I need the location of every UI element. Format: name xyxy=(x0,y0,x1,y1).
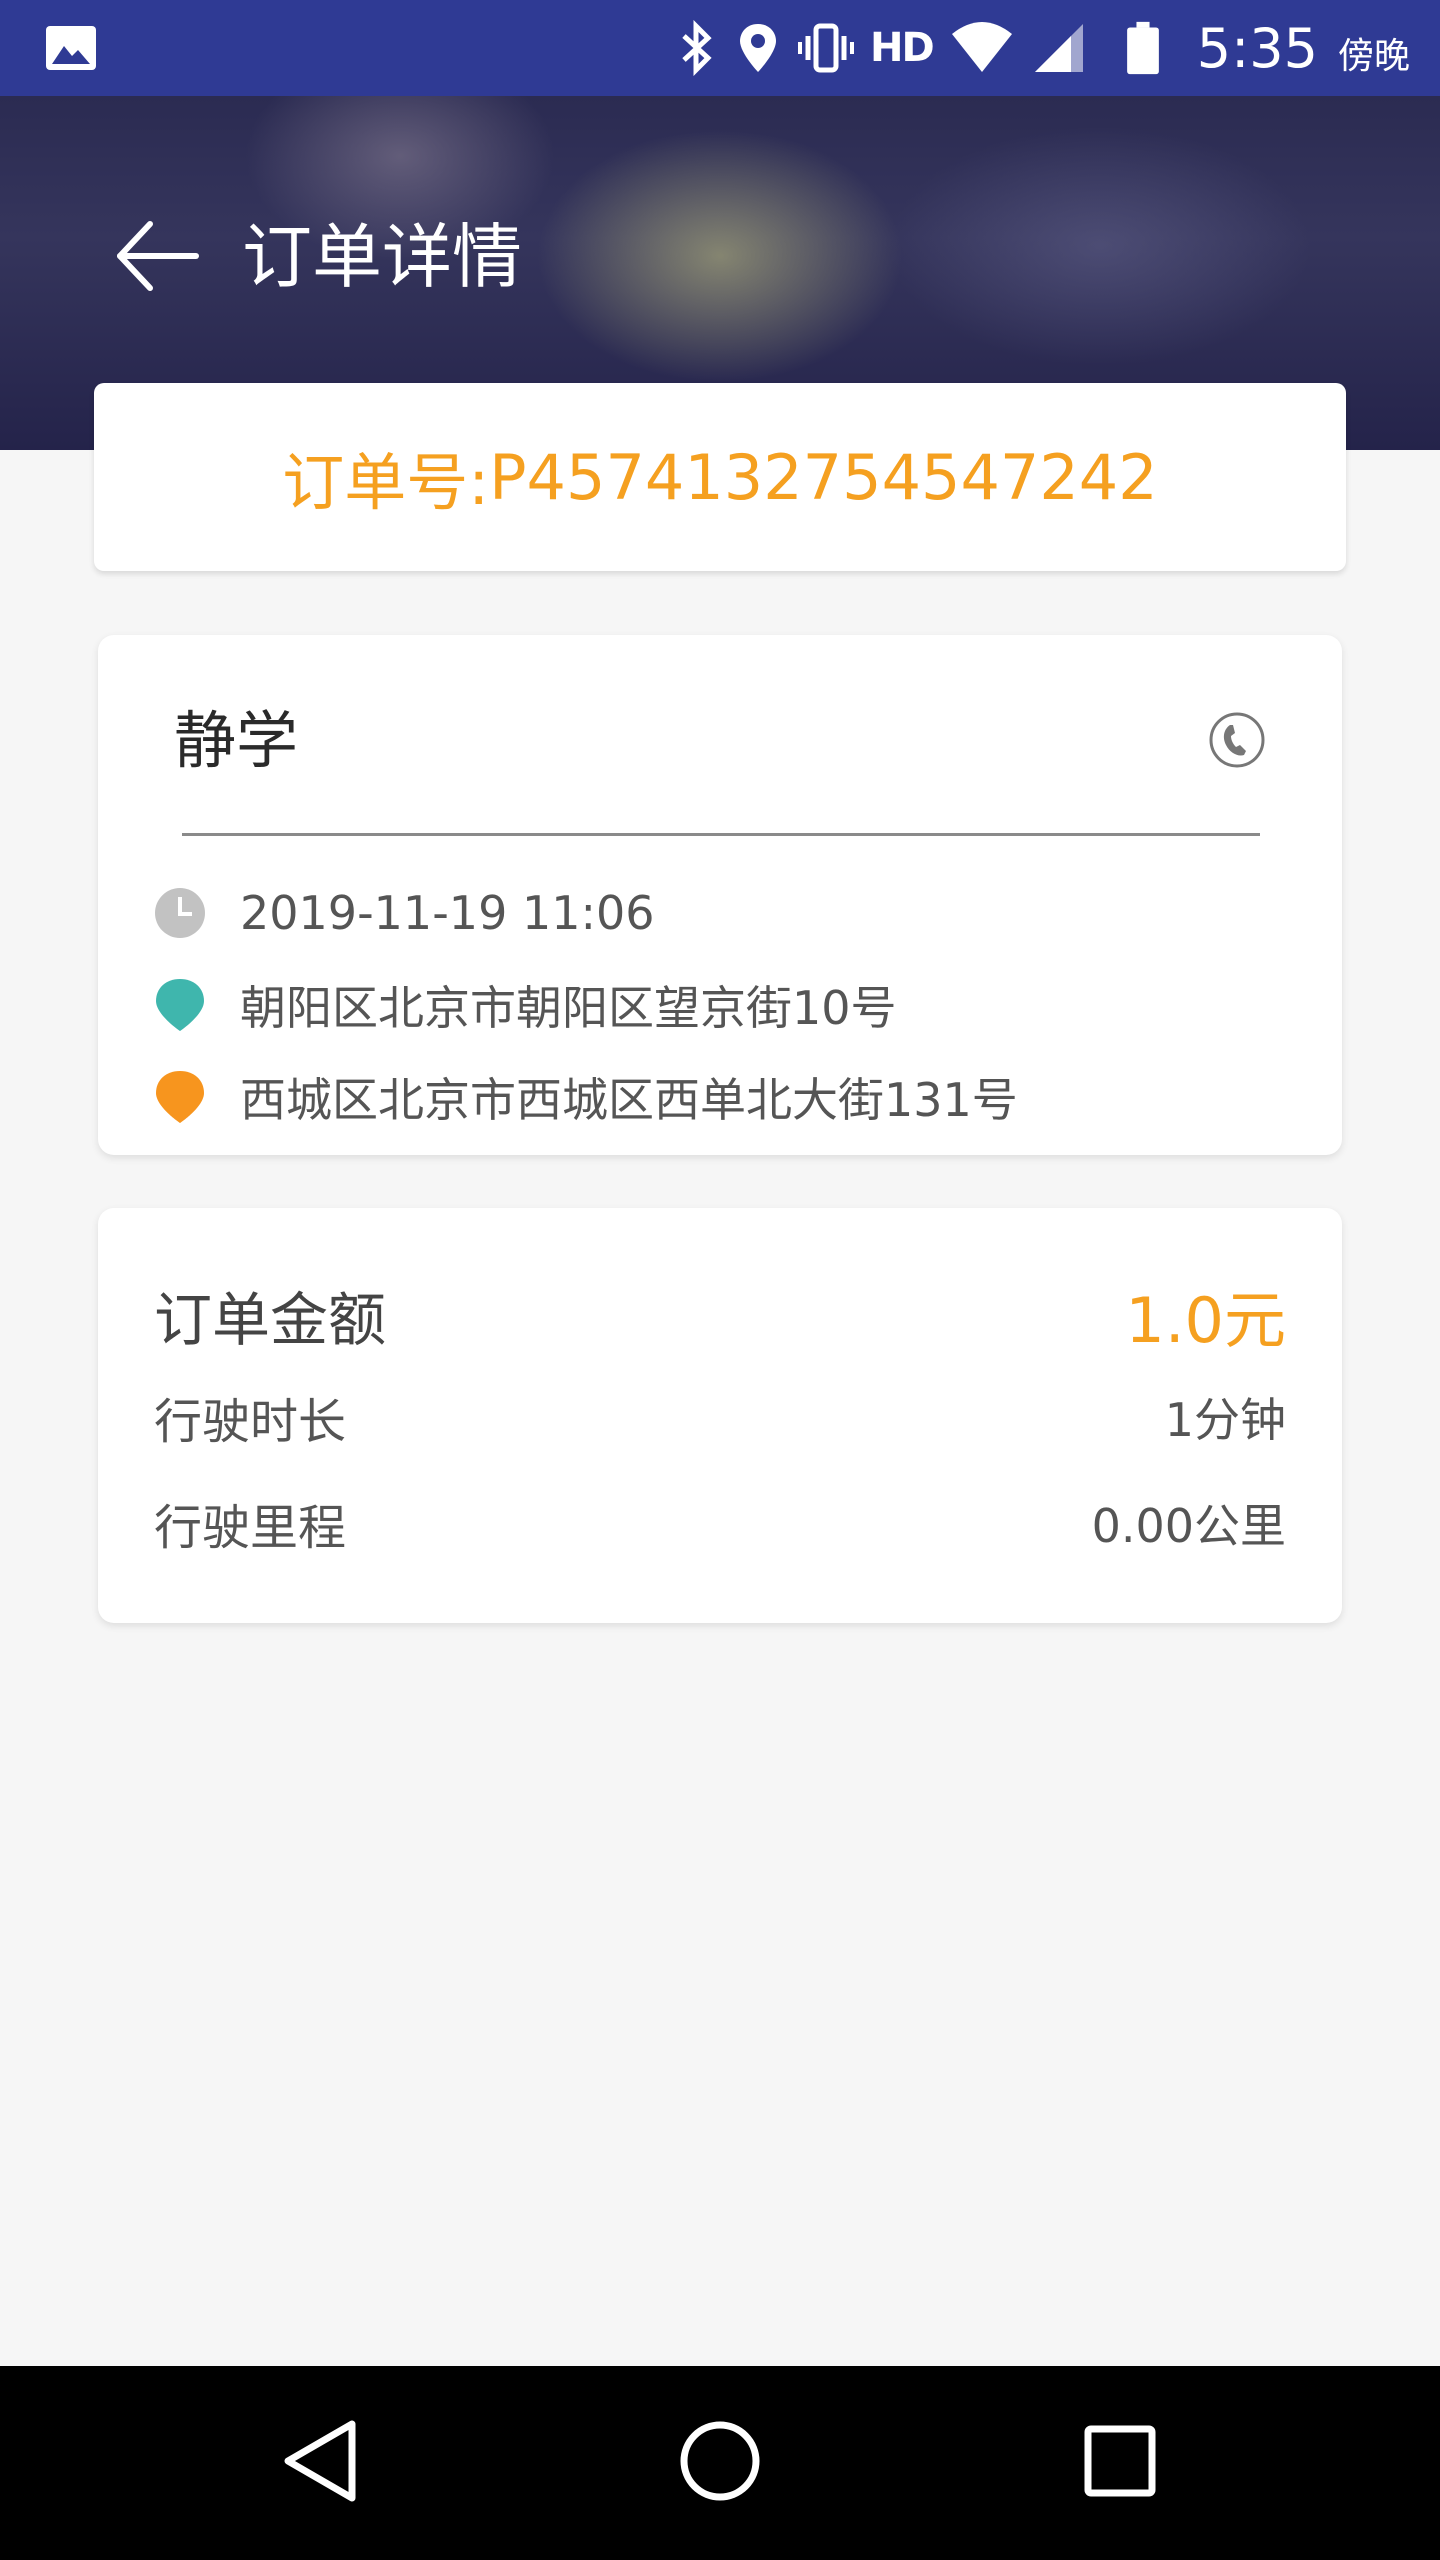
distance-value: 0.00公里 xyxy=(1091,1499,1286,1553)
signal-icon xyxy=(1034,24,1083,72)
duration-row: 行驶时长 1分钟 xyxy=(154,1384,1286,1450)
network-type-label: HD xyxy=(870,25,935,71)
page-title: 订单详情 xyxy=(242,216,522,298)
destination-pin-icon xyxy=(156,1071,204,1123)
origin-address: 朝阳区北京市朝阳区望京街10号 xyxy=(240,981,897,1035)
origin-row: 朝阳区北京市朝阳区望京街10号 xyxy=(154,975,897,1035)
bluetooth-icon xyxy=(682,20,712,76)
distance-label: 行驶里程 xyxy=(154,1500,347,1556)
origin-pin-icon xyxy=(156,979,204,1031)
arrow-left-icon[interactable] xyxy=(112,216,202,296)
status-icons: HD 5:35 傍晚 xyxy=(672,0,1410,96)
trip-info-card: 静学 2019-11-19 11:06 朝阳区北京市朝阳区望京街10号 西城区北… xyxy=(98,635,1342,1155)
order-number-label: 订单号: xyxy=(282,446,490,519)
trip-time-row: 2019-11-19 11:06 xyxy=(154,883,655,943)
clock-period: 傍晚 xyxy=(1337,36,1410,77)
vibrate-icon xyxy=(798,23,855,73)
trip-time: 2019-11-19 11:06 xyxy=(240,886,655,940)
fare-total-row: 订单金额 1.0元 xyxy=(154,1272,1286,1358)
phone-icon[interactable] xyxy=(1208,711,1266,769)
gallery-icon xyxy=(46,26,96,70)
fare-total-label: 订单金额 xyxy=(154,1286,387,1354)
distance-row: 行驶里程 0.00公里 xyxy=(154,1490,1286,1556)
duration-label: 行驶时长 xyxy=(154,1394,347,1450)
order-number-card: 订单号: P4574132754547242 xyxy=(94,383,1346,571)
fare-total-value: 1.0元 xyxy=(1125,1284,1286,1357)
location-icon xyxy=(740,24,777,72)
order-number-value: P4574132754547242 xyxy=(489,440,1158,514)
wifi-icon xyxy=(951,22,1012,72)
home-circle-icon[interactable] xyxy=(665,2406,775,2516)
status-bar: HD 5:35 傍晚 xyxy=(0,0,1440,96)
back-triangle-icon[interactable] xyxy=(266,2406,376,2516)
navigation-bar xyxy=(0,2366,1440,2560)
fare-card: 订单金额 1.0元 行驶时长 1分钟 行驶里程 0.00公里 xyxy=(98,1208,1342,1623)
recents-square-icon[interactable] xyxy=(1065,2406,1175,2516)
battery-icon xyxy=(1126,21,1159,75)
clock-time: 5:35 xyxy=(1196,16,1318,80)
clock-icon xyxy=(155,888,205,938)
passenger-name: 静学 xyxy=(174,704,299,777)
destination-address: 西城区北京市西城区西单北大街131号 xyxy=(240,1073,1018,1127)
divider xyxy=(182,833,1260,836)
destination-row: 西城区北京市西城区西单北大街131号 xyxy=(154,1067,1018,1127)
duration-value: 1分钟 xyxy=(1164,1393,1286,1447)
